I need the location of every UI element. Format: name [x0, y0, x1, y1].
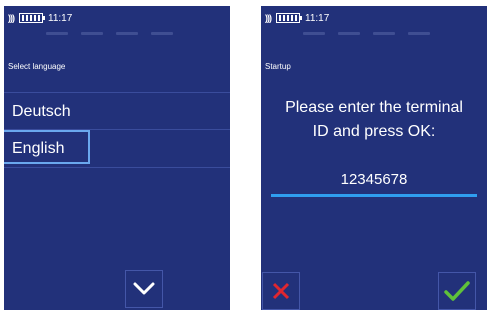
- terminal-id-screen: ))) 11:17 Startup Please enter the termi…: [261, 6, 487, 310]
- battery-icon: [19, 13, 45, 23]
- wifi-signal-icon: ))): [8, 13, 15, 23]
- status-bar: ))) 11:17: [8, 10, 72, 26]
- checkmark-icon: [444, 281, 470, 301]
- cancel-button[interactable]: [262, 272, 300, 310]
- input-underline: [271, 194, 477, 197]
- x-icon: [272, 282, 290, 300]
- status-bar: ))) 11:17: [265, 10, 329, 26]
- wifi-signal-icon: ))): [265, 13, 272, 23]
- chevron-down-icon: [133, 282, 155, 295]
- status-time: 11:17: [305, 12, 330, 24]
- language-select-screen: ))) 11:17 Select language Deutsch Englis…: [4, 6, 230, 310]
- language-option-english[interactable]: English: [4, 130, 230, 168]
- language-option-deutsch[interactable]: Deutsch: [4, 92, 230, 130]
- section-label: Select language: [8, 62, 66, 71]
- terminal-id-prompt: Please enter the terminal ID and press O…: [261, 96, 487, 144]
- status-time: 11:17: [48, 12, 73, 24]
- section-label: Startup: [265, 62, 291, 71]
- battery-icon: [276, 13, 302, 23]
- terminal-id-input[interactable]: 12345678: [271, 166, 477, 194]
- prompt-line-2: ID and press OK:: [312, 123, 436, 140]
- progress-dashes: [46, 32, 173, 35]
- progress-dashes: [303, 32, 430, 35]
- prompt-line-1: Please enter the terminal: [285, 99, 463, 116]
- ok-button[interactable]: [438, 272, 476, 310]
- scroll-down-button[interactable]: [125, 270, 163, 308]
